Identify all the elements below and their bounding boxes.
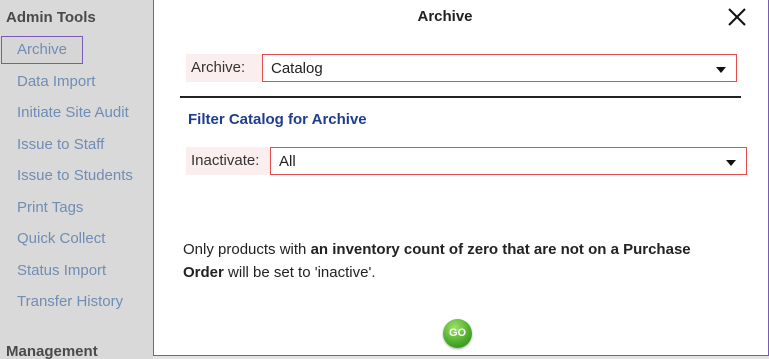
- sidebar-section-management: Management: [6, 343, 98, 359]
- sidebar-item-initiate-site-audit[interactable]: Initiate Site Audit: [17, 104, 129, 121]
- dialog-title: Archive: [417, 8, 473, 25]
- filter-heading: Filter Catalog for Archive: [188, 111, 367, 128]
- chevron-down-icon: [716, 67, 726, 73]
- archive-note: Only products with an inventory count of…: [183, 238, 723, 284]
- sidebar-item-archive[interactable]: Archive: [1, 36, 84, 64]
- note-text-1: Only products with: [183, 241, 311, 258]
- inactivate-select-value: All: [279, 153, 296, 170]
- sidebar-item-print-tags[interactable]: Print Tags: [17, 199, 83, 216]
- sidebar-item-status-import[interactable]: Status Import: [17, 262, 106, 279]
- archive-dialog: Archive Archive: Catalog Filter Catalog …: [153, 0, 769, 356]
- sidebar-item-quick-collect[interactable]: Quick Collect: [17, 230, 105, 247]
- close-icon[interactable]: [724, 4, 750, 30]
- sidebar-item-issue-to-students[interactable]: Issue to Students: [17, 167, 133, 184]
- inactivate-select[interactable]: All: [270, 147, 747, 175]
- sidebar-item-data-import[interactable]: Data Import: [17, 73, 95, 90]
- go-button[interactable]: GO: [443, 319, 472, 348]
- archive-label: Archive:: [186, 54, 262, 82]
- sidebar: Admin Tools Archive Data Import Initiate…: [0, 0, 153, 359]
- note-text-2: will be set to 'inactive'.: [223, 264, 376, 281]
- section-divider: [180, 96, 741, 98]
- sidebar-item-transfer-history[interactable]: Transfer History: [17, 293, 123, 310]
- chevron-down-icon: [726, 160, 736, 166]
- sidebar-item-issue-to-staff[interactable]: Issue to Staff: [17, 136, 104, 153]
- archive-select[interactable]: Catalog: [262, 54, 737, 82]
- inactivate-label: Inactivate:: [186, 147, 270, 175]
- sidebar-header: Admin Tools: [6, 9, 96, 26]
- archive-select-value: Catalog: [271, 60, 323, 77]
